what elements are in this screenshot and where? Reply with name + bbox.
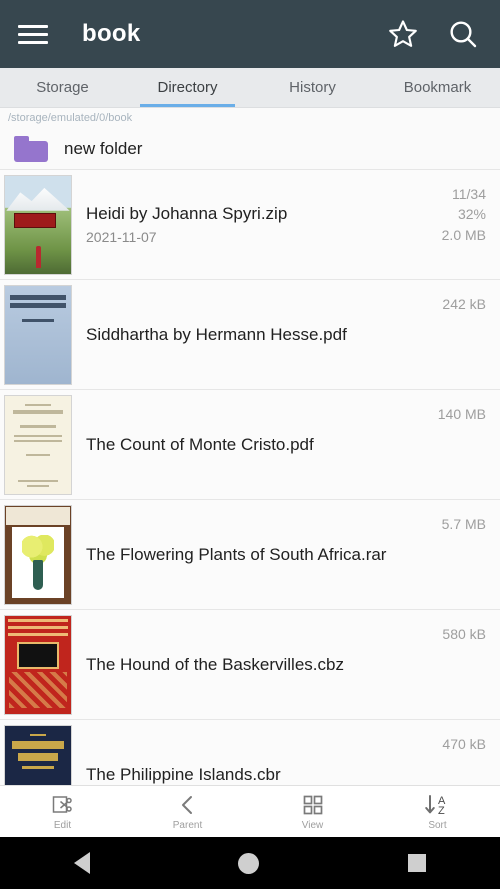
star-icon[interactable] [384, 15, 422, 53]
toolbar-label-parent: Parent [172, 819, 203, 831]
bottom-toolbar: Edit Parent View A Z Sort [0, 785, 500, 837]
file-info: The Count of Monte Cristo.pdf [86, 435, 488, 455]
recents-square-icon[interactable] [407, 854, 426, 872]
file-percent: 32% [457, 206, 486, 223]
search-icon[interactable] [444, 15, 482, 53]
hamburger-menu-icon[interactable] [18, 17, 52, 51]
file-pages: 11/34 [452, 186, 486, 202]
list-item[interactable]: Heidi by Johanna Spyri.zip 2021-11-07 11… [0, 170, 500, 280]
file-info: The Philippine Islands.cbr [86, 765, 488, 785]
file-info: The Flowering Plants of South Africa.rar [86, 545, 488, 565]
book-cover-thumbnail [4, 724, 72, 785]
file-size: 470 kB [442, 736, 486, 752]
toolbar-label-sort: Sort [428, 819, 447, 831]
file-list: new folder Heidi by Johanna Spyri.zip 20… [0, 128, 500, 785]
list-item[interactable]: The Count of Monte Cristo.pdf 140 MB [0, 390, 500, 500]
app-bar-actions [384, 15, 482, 53]
file-meta: 5.7 MB [442, 514, 486, 534]
grid-view-icon [303, 795, 322, 814]
tab-history[interactable]: History [250, 68, 375, 107]
tab-storage[interactable]: Storage [0, 68, 125, 107]
list-item[interactable]: The Hound of the Baskervilles.cbz 580 kB [0, 610, 500, 720]
file-info: Siddhartha by Hermann Hesse.pdf [86, 325, 488, 345]
book-cover-thumbnail [4, 394, 72, 495]
svg-text:Z: Z [438, 805, 445, 817]
file-info: Heidi by Johanna Spyri.zip 2021-11-07 [86, 204, 488, 245]
book-cover-thumbnail [4, 504, 72, 605]
folder-icon [14, 135, 48, 162]
toolbar-button-edit[interactable]: Edit [0, 793, 125, 831]
file-name: The Hound of the Baskervilles.cbz [86, 654, 344, 674]
toolbar-label-edit: Edit [53, 819, 72, 831]
list-item-folder[interactable]: new folder [0, 128, 500, 170]
book-cover-thumbnail [4, 614, 72, 715]
toolbar-button-sort[interactable]: A Z Sort [375, 793, 500, 831]
file-size: 242 kB [442, 296, 486, 312]
toolbar-button-view[interactable]: View [250, 793, 375, 831]
folder-name: new folder [64, 138, 143, 158]
android-navigation-bar [0, 837, 500, 889]
file-meta: 242 kB [442, 294, 486, 314]
file-name: The Philippine Islands.cbr [86, 764, 281, 784]
app-bar: book [0, 0, 500, 68]
file-date: 2021-11-07 [86, 229, 157, 245]
file-name: The Flowering Plants of South Africa.rar [86, 544, 387, 564]
list-item[interactable]: The Philippine Islands.cbr 470 kB [0, 720, 500, 785]
back-triangle-icon[interactable] [74, 852, 91, 874]
breadcrumb-path: /storage/emulated/0/book [8, 112, 133, 124]
file-meta: 11/34 32% 2.0 MB [442, 184, 486, 245]
list-item[interactable]: The Flowering Plants of South Africa.rar… [0, 500, 500, 610]
book-cover-thumbnail [4, 284, 72, 385]
tab-bookmark[interactable]: Bookmark [375, 68, 500, 107]
file-size: 580 kB [442, 626, 486, 642]
toolbar-button-parent[interactable]: Parent [125, 793, 250, 831]
tab-bar: Storage Directory History Bookmark [0, 68, 500, 108]
sort-az-icon: A Z [424, 794, 446, 817]
tab-directory[interactable]: Directory [125, 68, 250, 107]
breadcrumb[interactable]: /storage/emulated/0/book [0, 108, 500, 128]
file-meta: 580 kB [442, 624, 486, 644]
file-name: The Count of Monte Cristo.pdf [86, 434, 314, 454]
cut-scissors-icon [52, 795, 72, 813]
file-name: Heidi by Johanna Spyri.zip [86, 204, 288, 223]
list-item[interactable]: Siddhartha by Hermann Hesse.pdf 242 kB [0, 280, 500, 390]
file-size: 140 MB [437, 406, 486, 422]
toolbar-label-view: View [301, 819, 324, 831]
file-size: 2.0 MB [441, 226, 486, 243]
app-screen: book Storage Directory History Bookmark … [0, 0, 500, 889]
file-info: The Hound of the Baskervilles.cbz [86, 655, 488, 675]
file-name: Siddhartha by Hermann Hesse.pdf [86, 324, 347, 344]
home-circle-icon[interactable] [238, 852, 260, 874]
chevron-left-icon [181, 795, 192, 814]
file-size: 5.7 MB [441, 516, 486, 532]
book-cover-thumbnail [4, 174, 72, 275]
file-meta: 140 MB [438, 404, 486, 424]
page-title: book [82, 20, 141, 47]
file-meta: 470 kB [442, 734, 486, 754]
